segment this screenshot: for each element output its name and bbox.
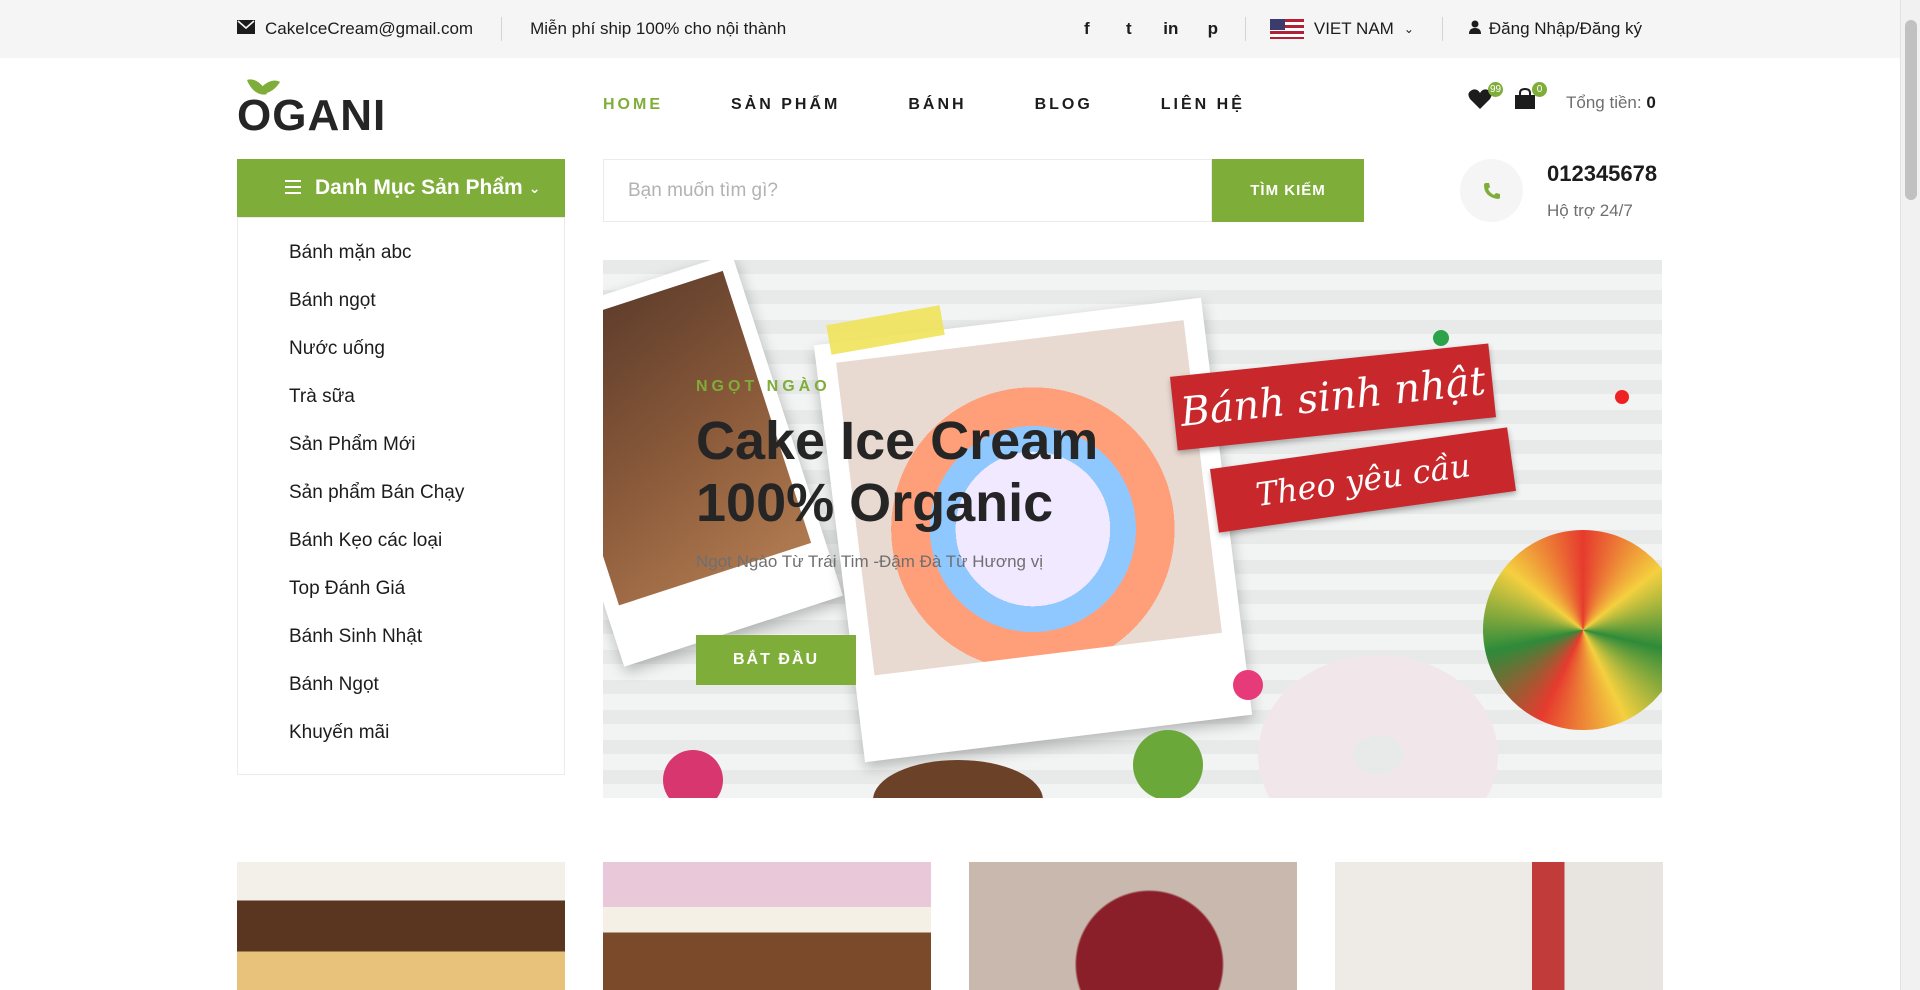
header-actions: 99 0 Tổng tiền: 0 [1468, 82, 1656, 117]
category-item[interactable]: Sản phẩm Bán Chạy [238, 478, 564, 526]
cart-badge: 0 [1532, 82, 1547, 97]
wishlist-button[interactable]: 99 [1468, 82, 1503, 117]
support-phone[interactable]: 012345678 [1547, 161, 1657, 187]
chocolate-cake [873, 760, 1043, 798]
search-form: Bạn muốn tìm gì? TÌM KIẾM [603, 159, 1364, 222]
divider [501, 17, 503, 41]
search-input[interactable]: Bạn muốn tìm gì? [603, 159, 1212, 222]
scrollbar-thumb[interactable] [1905, 20, 1917, 200]
ribbon-line-1: Bánh sinh nhật [1170, 343, 1496, 451]
hero-title-line1: Cake Ice Cream [696, 411, 1099, 471]
nav-products[interactable]: SẢN PHẨM [731, 96, 840, 114]
hero-title-line2: 100% Organic [696, 473, 1054, 533]
search-button[interactable]: TÌM KIẾM [1212, 159, 1364, 222]
category-item[interactable]: Bánh ngọt [238, 286, 564, 334]
hero-subtitle: Ngọt Ngào Từ Trái Tim -Đậm Đà Từ Hương v… [696, 552, 1043, 571]
donut-image [1258, 655, 1498, 798]
category-title: Danh Mục Sản Phẩm [315, 176, 523, 199]
top-bar: CakeIceCream@gmail.com Miễn phí ship 100… [0, 0, 1900, 58]
category-item[interactable]: Bánh mặn abc [238, 238, 564, 286]
product-card[interactable] [1335, 862, 1663, 990]
lollipop-image [1483, 530, 1662, 730]
main-nav: HOME SẢN PHẨM BÁNH BLOG LIÊN HỆ [603, 96, 1245, 114]
category-item[interactable]: Top Đánh Giá [238, 574, 564, 622]
category-item[interactable]: Nước uống [238, 334, 564, 382]
candy-ball [1133, 730, 1203, 798]
candy-dot [1615, 390, 1629, 404]
category-item[interactable]: Sản Phẩm Mới [238, 430, 564, 478]
wishlist-badge: 99 [1488, 82, 1503, 97]
us-flag-icon [1269, 19, 1304, 39]
candy-ball [663, 750, 723, 798]
email-contact[interactable]: CakeIceCream@gmail.com [237, 19, 473, 39]
category-item[interactable]: Bánh Kẹo các loại [238, 526, 564, 574]
hero-tag: NGỌT NGÀO [696, 378, 831, 395]
logo-text: OGANI [237, 91, 387, 140]
nav-home[interactable]: HOME [603, 96, 663, 114]
envelope-icon [237, 19, 255, 39]
category-item[interactable]: Bánh Ngọt [238, 670, 564, 718]
nav-blog[interactable]: BLOG [1035, 96, 1093, 114]
nav-cakes[interactable]: BÁNH [908, 96, 966, 114]
language-selector[interactable]: VIET NAM ⌄ [1269, 19, 1414, 39]
logo[interactable]: OGANI [237, 73, 387, 140]
product-strip [237, 862, 1663, 990]
category-item[interactable]: Khuyến mãi [238, 718, 564, 766]
support-label: Hộ trợ 24/7 [1547, 200, 1633, 220]
ribbon-banner: Bánh sinh nhật Theo yêu cầu [1123, 330, 1563, 550]
user-icon [1468, 19, 1481, 39]
category-item[interactable]: Trà sữa [238, 382, 564, 430]
email-text: CakeIceCream@gmail.com [265, 19, 474, 38]
phone-icon [1460, 159, 1523, 222]
chevron-down-icon: ⌄ [1403, 22, 1414, 36]
facebook-icon[interactable]: f [1079, 19, 1095, 39]
linkedin-icon[interactable]: in [1163, 19, 1179, 39]
chevron-down-icon: ⌄ [528, 179, 541, 196]
total-label: Tổng tiền: [1566, 92, 1642, 112]
category-toggle[interactable]: Danh Mục Sản Phẩm ⌄ [237, 159, 565, 217]
menu-icon [285, 176, 301, 200]
hero-copy: NGỌT NGÀO Cake Ice Cream 100% Organic Ng… [696, 378, 1098, 572]
cart-button[interactable]: 0 [1514, 82, 1547, 117]
candy-dot [1233, 670, 1263, 700]
hero-start-button[interactable]: BẮT ĐẦU [696, 635, 856, 685]
shipping-notice: Miễn phí ship 100% cho nội thành [530, 19, 787, 38]
twitter-icon[interactable]: t [1121, 19, 1137, 39]
login-label: Đăng Nhập/Đăng ký [1488, 19, 1642, 38]
cart-total: Tổng tiền: 0 [1566, 93, 1656, 113]
login-link[interactable]: Đăng Nhập/Đăng ký [1468, 19, 1642, 39]
total-value: 0 [1646, 92, 1656, 112]
product-card[interactable] [969, 862, 1297, 990]
ribbon-line-2: Theo yêu cầu [1210, 427, 1516, 533]
language-label: VIET NAM [1313, 19, 1394, 38]
social-links: f t in p [1079, 19, 1221, 39]
category-item[interactable]: Bánh Sinh Nhật [238, 622, 564, 670]
support-contact: 012345678 Hộ trợ 24/7 [1460, 159, 1657, 222]
nav-contact[interactable]: LIÊN HỆ [1161, 96, 1245, 114]
divider [1244, 17, 1246, 41]
product-card[interactable] [603, 862, 931, 990]
candy-dot [1433, 330, 1449, 346]
category-list: Bánh mặn abc Bánh ngọt Nước uống Trà sữa… [237, 217, 565, 775]
scrollbar[interactable] [1900, 0, 1920, 990]
product-card[interactable] [237, 862, 565, 990]
pinterest-icon[interactable]: p [1205, 19, 1221, 39]
divider [1441, 17, 1443, 41]
